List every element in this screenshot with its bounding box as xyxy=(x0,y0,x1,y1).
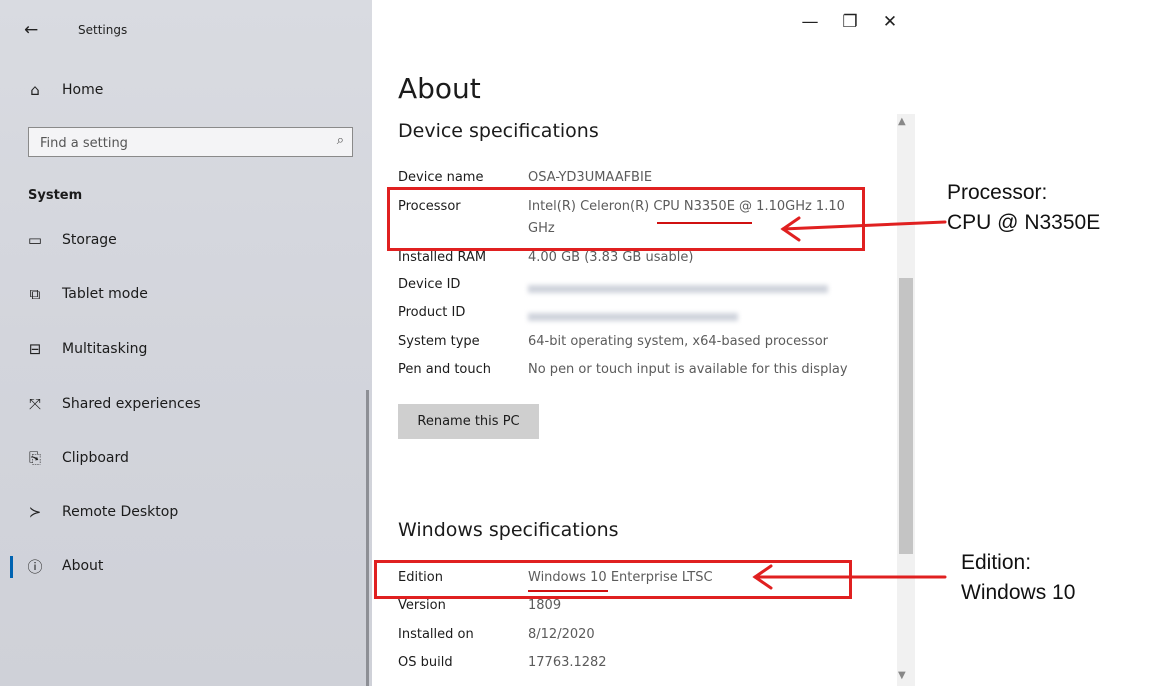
processor-callout: Processor: CPU @ N3350E xyxy=(947,178,1100,238)
screen: ← Settings ⌂ Home ⌕ System ▭ Storage ⧉ T… xyxy=(0,0,1151,686)
edition-callout: Edition: Windows 10 xyxy=(961,548,1075,608)
callout-line: Windows 10 xyxy=(961,581,1076,604)
callout-line: CPU @ N3350E xyxy=(947,211,1101,234)
callout-line: Edition: xyxy=(961,551,1032,574)
callout-line: Processor: xyxy=(947,181,1048,204)
processor-arrow-line xyxy=(781,220,947,231)
